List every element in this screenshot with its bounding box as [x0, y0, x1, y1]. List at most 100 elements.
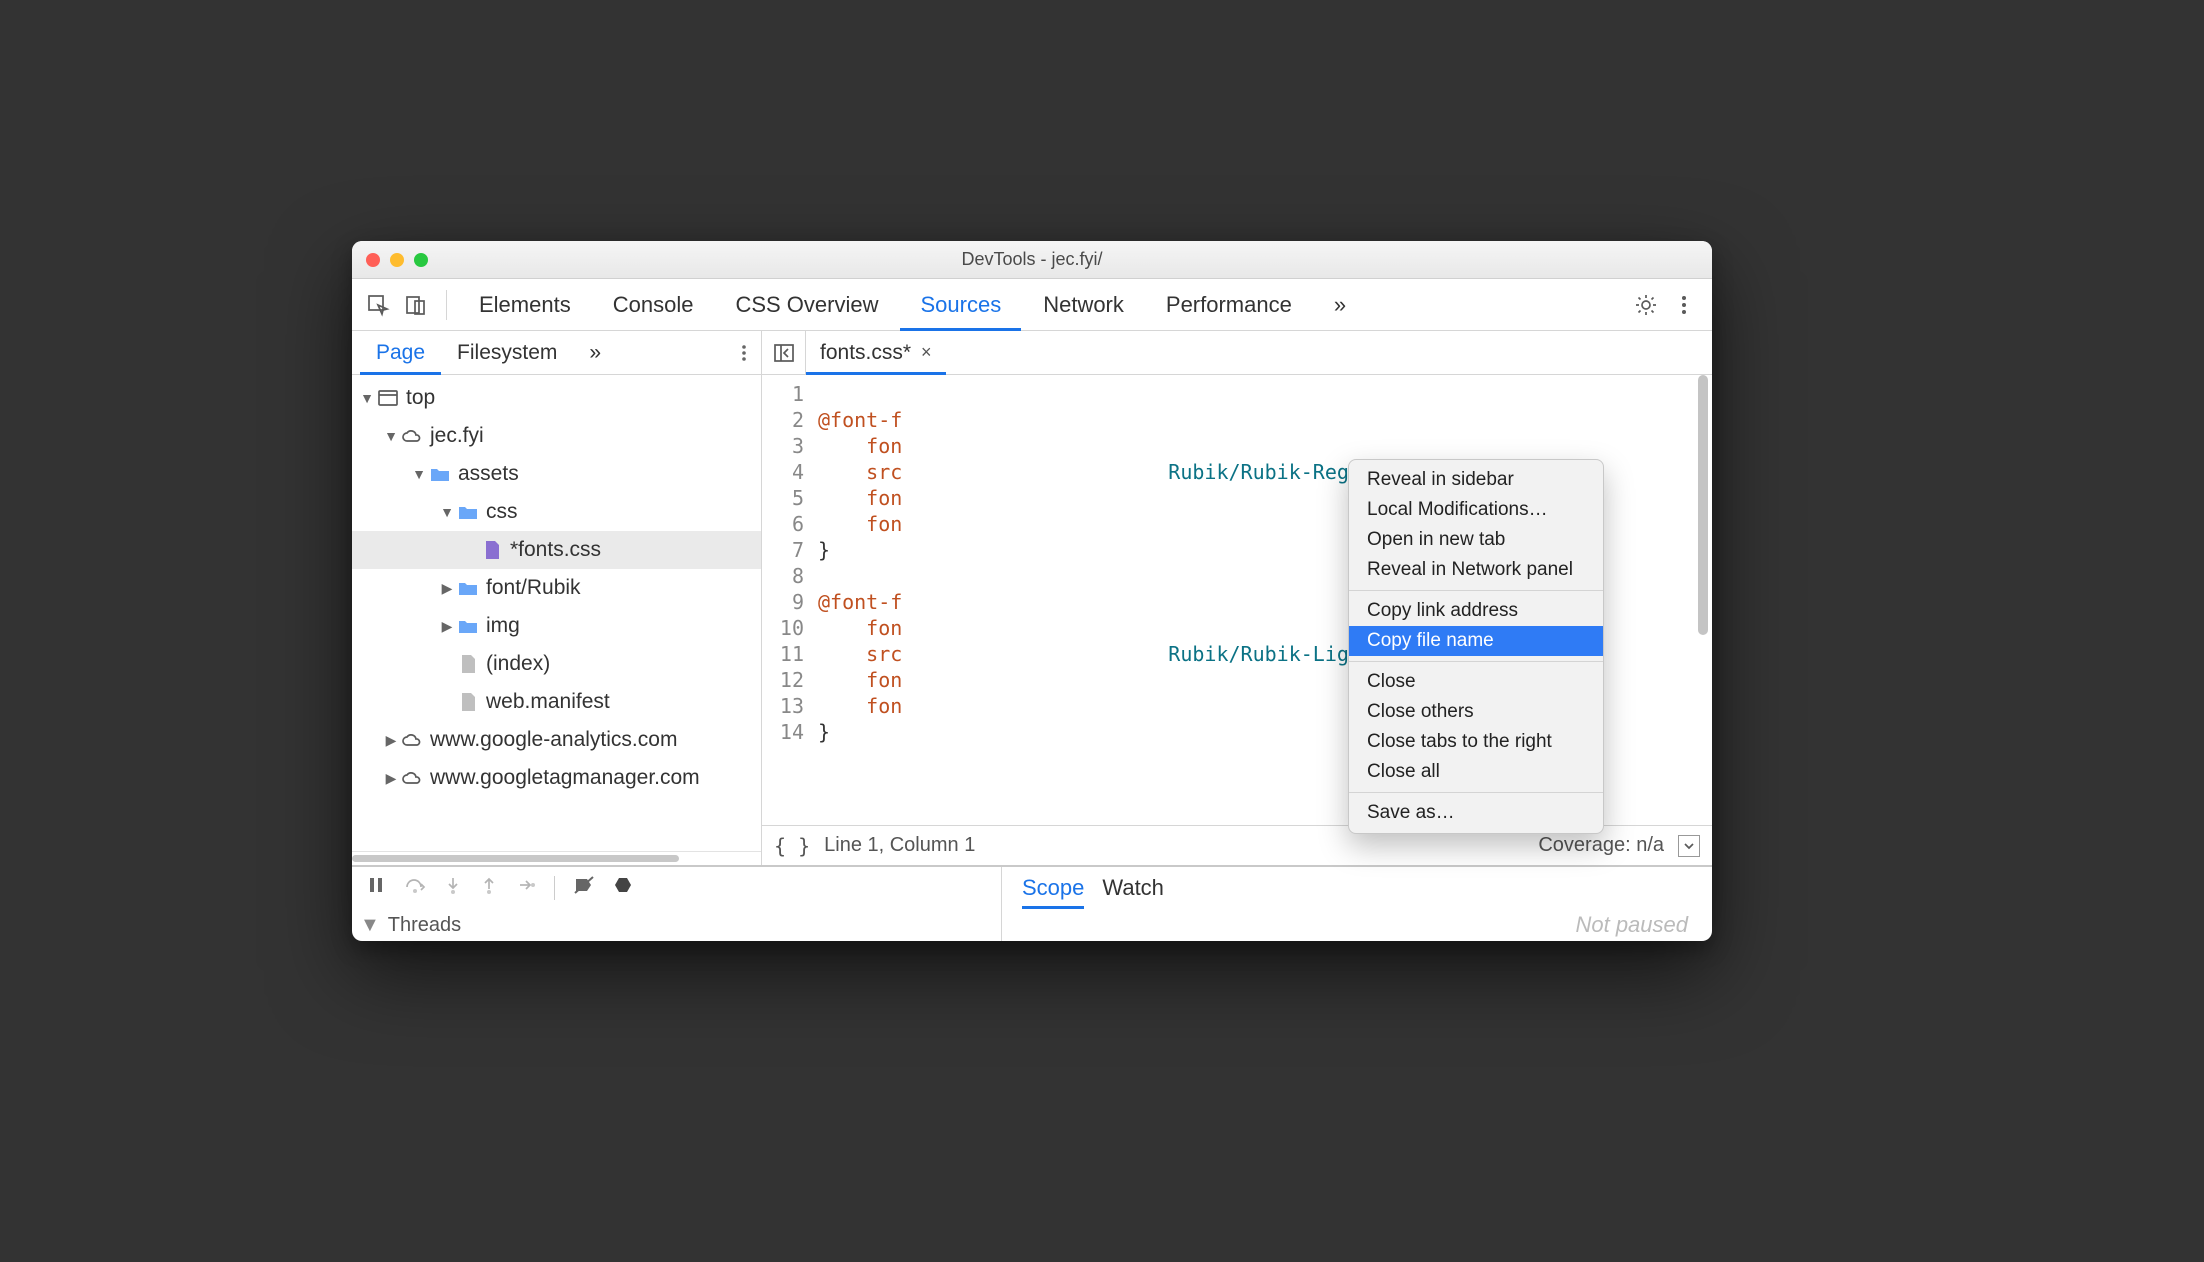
- expand-triangle-icon[interactable]: ▶: [438, 618, 456, 635]
- threads-label: Threads: [388, 914, 461, 937]
- separator: [1349, 590, 1603, 591]
- step-out-icon[interactable]: [480, 875, 498, 901]
- separator: [446, 290, 447, 320]
- navigator-tabs: Page Filesystem »: [352, 331, 761, 375]
- ctx-close-tabs-right[interactable]: Close tabs to the right: [1349, 727, 1603, 757]
- tree-label: *fonts.css: [510, 538, 601, 562]
- scope-watch-tabs: Scope Watch: [1002, 867, 1712, 909]
- tree-label: assets: [458, 462, 519, 486]
- collapse-triangle-icon[interactable]: ▼: [360, 914, 380, 937]
- tab-watch[interactable]: Watch: [1102, 875, 1164, 901]
- maximize-window-button[interactable]: [414, 253, 428, 267]
- kebab-menu-icon[interactable]: [1666, 287, 1702, 323]
- tree-item-domain[interactable]: ▼ jec.fyi: [352, 417, 761, 455]
- tab-console[interactable]: Console: [593, 279, 714, 331]
- tree-label: font/Rubik: [486, 576, 581, 600]
- close-tab-icon[interactable]: ×: [921, 342, 932, 363]
- navigator-tab-page[interactable]: Page: [360, 331, 441, 375]
- tree-item-ga[interactable]: ▶ www.google-analytics.com: [352, 721, 761, 759]
- ctx-reveal-sidebar[interactable]: Reveal in sidebar: [1349, 465, 1603, 495]
- folder-icon: [456, 614, 480, 638]
- pause-on-exceptions-icon[interactable]: [613, 875, 633, 901]
- horizontal-scrollbar[interactable]: [352, 851, 761, 865]
- tree-item-fontrubik[interactable]: ▶ font/Rubik: [352, 569, 761, 607]
- pause-icon[interactable]: [366, 875, 386, 901]
- frame-icon: [376, 386, 400, 410]
- ctx-copy-file-name[interactable]: Copy file name: [1349, 626, 1603, 656]
- stylesheet-file-icon: [480, 538, 504, 562]
- editor-tab-fontscss[interactable]: fonts.css* ×: [806, 331, 946, 375]
- tree-item-img[interactable]: ▶ img: [352, 607, 761, 645]
- ctx-save-as[interactable]: Save as…: [1349, 798, 1603, 828]
- cloud-icon: [400, 728, 424, 752]
- toggle-navigator-icon[interactable]: [762, 331, 806, 374]
- ctx-close-others[interactable]: Close others: [1349, 697, 1603, 727]
- coverage-toggle-icon[interactable]: [1678, 835, 1700, 857]
- vertical-scrollbar[interactable]: [1696, 375, 1710, 825]
- folder-icon: [428, 462, 452, 486]
- expand-triangle-icon[interactable]: ▶: [438, 580, 456, 597]
- navigator-tab-filesystem[interactable]: Filesystem: [441, 331, 573, 375]
- editor-tab-label: fonts.css*: [820, 341, 911, 365]
- ctx-open-new-tab[interactable]: Open in new tab: [1349, 525, 1603, 555]
- pretty-print-icon[interactable]: { }: [774, 834, 810, 858]
- tab-css-overview[interactable]: CSS Overview: [715, 279, 898, 331]
- device-toolbar-icon[interactable]: [398, 287, 434, 323]
- minimize-window-button[interactable]: [390, 253, 404, 267]
- inspect-element-icon[interactable]: [360, 287, 396, 323]
- tree-item-assets[interactable]: ▼ assets: [352, 455, 761, 493]
- main-tab-bar: Elements Console CSS Overview Sources Ne…: [352, 279, 1712, 331]
- tree-item-css[interactable]: ▼ css: [352, 493, 761, 531]
- collapse-triangle-icon[interactable]: ▼: [358, 390, 376, 406]
- cloud-icon: [400, 424, 424, 448]
- step-into-icon[interactable]: [444, 875, 462, 901]
- tabs-overflow[interactable]: »: [1314, 279, 1366, 331]
- file-tree[interactable]: ▼ top ▼ jec.fyi ▼ assets ▼ css: [352, 375, 761, 851]
- tab-elements[interactable]: Elements: [459, 279, 591, 331]
- ctx-local-modifications[interactable]: Local Modifications…: [1349, 495, 1603, 525]
- settings-gear-icon[interactable]: [1628, 287, 1664, 323]
- tree-item-fontscss[interactable]: *fonts.css: [352, 531, 761, 569]
- kebab-menu-icon[interactable]: [727, 344, 761, 362]
- collapse-triangle-icon[interactable]: ▼: [410, 466, 428, 482]
- devtools-window: DevTools - jec.fyi/ Elements Console CSS…: [352, 241, 1712, 941]
- debugger-left: ▼ Threads: [352, 867, 1002, 941]
- scope-body: Not paused: [1002, 909, 1712, 941]
- file-icon: [456, 690, 480, 714]
- tree-label: img: [486, 614, 520, 638]
- expand-triangle-icon[interactable]: ▶: [382, 770, 400, 787]
- editor-tabs: fonts.css* ×: [762, 331, 1712, 375]
- expand-triangle-icon[interactable]: ▶: [382, 732, 400, 749]
- navigator-panel: Page Filesystem » ▼ top ▼ jec.fyi: [352, 331, 762, 865]
- context-menu: Reveal in sidebar Local Modifications… O…: [1348, 459, 1604, 834]
- collapse-triangle-icon[interactable]: ▼: [382, 428, 400, 444]
- tree-item-top[interactable]: ▼ top: [352, 379, 761, 417]
- folder-icon: [456, 500, 480, 524]
- tree-item-index[interactable]: (index): [352, 645, 761, 683]
- tab-network[interactable]: Network: [1023, 279, 1144, 331]
- tree-label: web.manifest: [486, 690, 610, 714]
- threads-section[interactable]: ▼ Threads: [352, 909, 1001, 941]
- step-icon[interactable]: [516, 875, 536, 901]
- deactivate-breakpoints-icon[interactable]: [573, 875, 595, 901]
- navigator-tab-overflow[interactable]: »: [573, 331, 617, 375]
- ctx-close[interactable]: Close: [1349, 667, 1603, 697]
- tree-item-gtm[interactable]: ▶ www.googletagmanager.com: [352, 759, 761, 797]
- ctx-copy-link-address[interactable]: Copy link address: [1349, 596, 1603, 626]
- tab-scope[interactable]: Scope: [1022, 867, 1084, 909]
- close-window-button[interactable]: [366, 253, 380, 267]
- folder-icon: [456, 576, 480, 600]
- tree-label: top: [406, 386, 435, 410]
- tree-item-manifest[interactable]: web.manifest: [352, 683, 761, 721]
- tree-label: jec.fyi: [430, 424, 484, 448]
- ctx-reveal-network[interactable]: Reveal in Network panel: [1349, 555, 1603, 585]
- step-over-icon[interactable]: [404, 875, 426, 901]
- debugger-panel: ▼ Threads Scope Watch Not paused: [352, 865, 1712, 941]
- tab-performance[interactable]: Performance: [1146, 279, 1312, 331]
- cloud-icon: [400, 766, 424, 790]
- ctx-close-all[interactable]: Close all: [1349, 757, 1603, 787]
- tab-sources[interactable]: Sources: [900, 279, 1021, 331]
- tree-label: www.google-analytics.com: [430, 728, 677, 752]
- collapse-triangle-icon[interactable]: ▼: [438, 504, 456, 520]
- tree-label: css: [486, 500, 518, 524]
